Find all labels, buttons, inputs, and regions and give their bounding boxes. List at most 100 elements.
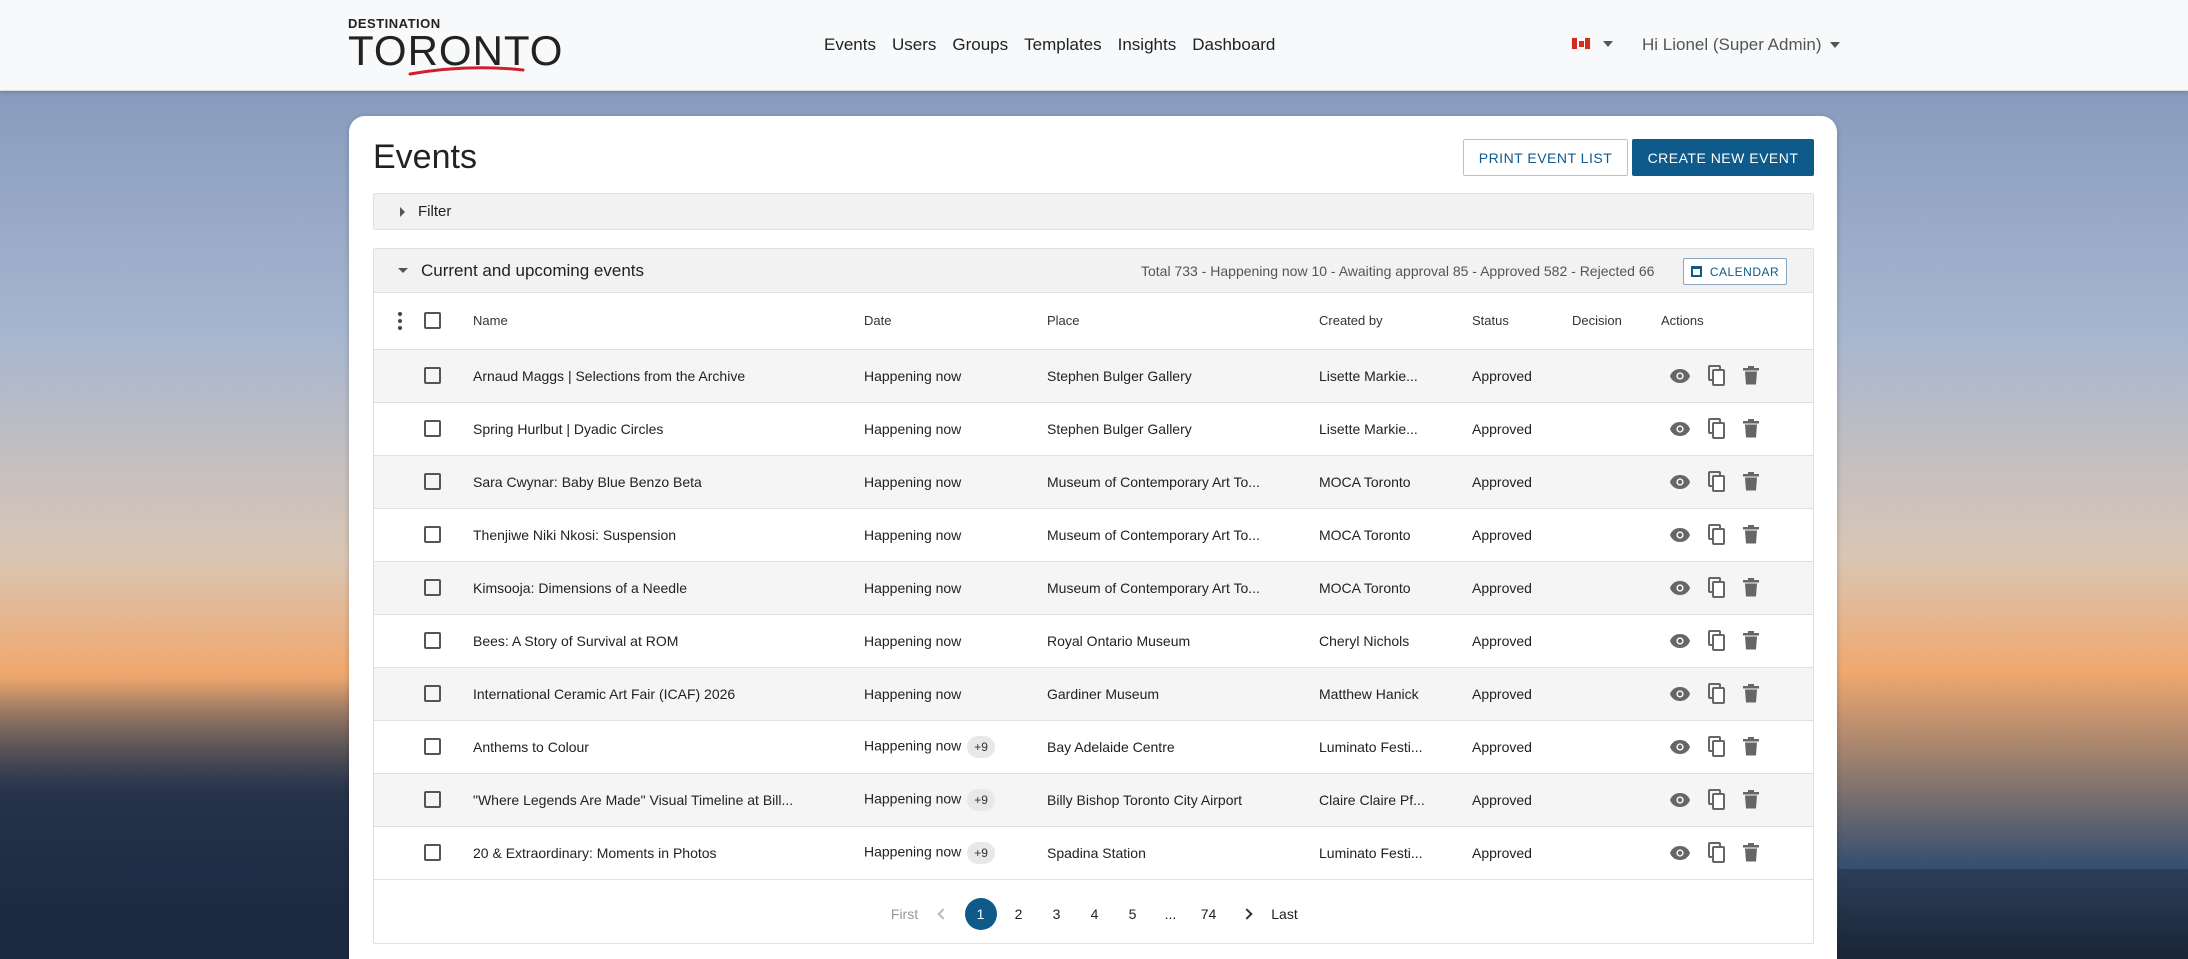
- event-name[interactable]: Thenjiwe Niki Nkosi: Suspension: [473, 508, 864, 562]
- table-row[interactable]: Spring Hurlbut | Dyadic Circles Happening…: [374, 402, 1813, 456]
- view-eye-icon[interactable]: [1669, 792, 1691, 808]
- pagination-next[interactable]: [1231, 898, 1263, 930]
- event-name[interactable]: 20 & Extraordinary: Moments in Photos: [473, 826, 864, 880]
- duplicate-copy-icon[interactable]: [1708, 629, 1726, 652]
- duplicate-copy-icon[interactable]: [1708, 788, 1726, 811]
- pagination-first[interactable]: First: [889, 898, 921, 930]
- date-extra-badge[interactable]: +9: [967, 841, 995, 864]
- calendar-button[interactable]: CALENDAR: [1683, 258, 1787, 285]
- nav-insights[interactable]: Insights: [1118, 35, 1177, 55]
- create-new-event-button[interactable]: CREATE NEW EVENT: [1632, 139, 1814, 176]
- delete-trash-icon[interactable]: [1743, 790, 1759, 809]
- event-status: Approved: [1472, 614, 1572, 668]
- nav-users[interactable]: Users: [892, 35, 936, 55]
- column-status[interactable]: Status: [1472, 293, 1572, 350]
- language-dropdown[interactable]: [1571, 37, 1613, 50]
- destination-toronto-logo[interactable]: DESTINATION TORONTO: [348, 16, 562, 76]
- duplicate-copy-icon[interactable]: [1708, 523, 1726, 546]
- nav-dashboard[interactable]: Dashboard: [1192, 35, 1275, 55]
- table-row[interactable]: Arnaud Maggs | Selections from the Archi…: [374, 349, 1813, 403]
- user-menu-label: Hi Lionel (Super Admin): [1642, 35, 1822, 54]
- pagination-page-5[interactable]: 5: [1117, 898, 1149, 930]
- event-name[interactable]: International Ceramic Art Fair (ICAF) 20…: [473, 667, 864, 721]
- pagination-page-74[interactable]: 74: [1193, 898, 1225, 930]
- duplicate-copy-icon[interactable]: [1708, 470, 1726, 493]
- delete-trash-icon[interactable]: [1743, 472, 1759, 491]
- pagination-page-1[interactable]: 1: [964, 898, 997, 930]
- delete-trash-icon[interactable]: [1743, 366, 1759, 385]
- row-checkbox[interactable]: [424, 473, 441, 491]
- row-checkbox[interactable]: [424, 367, 441, 385]
- duplicate-copy-icon[interactable]: [1708, 417, 1726, 440]
- pagination-page-4[interactable]: 4: [1079, 898, 1111, 930]
- column-options[interactable]: [374, 293, 424, 350]
- view-eye-icon[interactable]: [1669, 633, 1691, 649]
- event-name[interactable]: Arnaud Maggs | Selections from the Archi…: [473, 349, 864, 403]
- pagination-prev[interactable]: [927, 898, 959, 930]
- more-vert-icon[interactable]: [398, 311, 402, 330]
- duplicate-copy-icon[interactable]: [1708, 735, 1726, 758]
- duplicate-copy-icon[interactable]: [1708, 576, 1726, 599]
- delete-trash-icon[interactable]: [1743, 737, 1759, 756]
- duplicate-copy-icon[interactable]: [1708, 682, 1726, 705]
- view-eye-icon[interactable]: [1669, 474, 1691, 490]
- select-all-checkbox[interactable]: [424, 312, 441, 330]
- duplicate-copy-icon[interactable]: [1708, 841, 1726, 864]
- column-name[interactable]: Name: [473, 293, 864, 350]
- view-eye-icon[interactable]: [1669, 580, 1691, 596]
- date-extra-badge[interactable]: +9: [967, 788, 995, 811]
- view-eye-icon[interactable]: [1669, 527, 1691, 543]
- row-checkbox[interactable]: [424, 685, 441, 703]
- column-created-by[interactable]: Created by: [1319, 293, 1472, 350]
- pagination-page-3[interactable]: 3: [1041, 898, 1073, 930]
- row-checkbox[interactable]: [424, 579, 441, 597]
- table-row[interactable]: Kimsooja: Dimensions of a Needle Happenin…: [374, 561, 1813, 615]
- table-row[interactable]: Sara Cwynar: Baby Blue Benzo Beta Happeni…: [374, 455, 1813, 509]
- view-eye-icon[interactable]: [1669, 686, 1691, 702]
- date-extra-badge[interactable]: +9: [967, 735, 995, 758]
- user-menu-dropdown[interactable]: Hi Lionel (Super Admin): [1642, 35, 1840, 55]
- row-checkbox[interactable]: [424, 526, 441, 544]
- event-created-by: Luminato Festi...: [1319, 720, 1472, 774]
- column-date[interactable]: Date: [864, 293, 1047, 350]
- row-checkbox[interactable]: [424, 791, 441, 809]
- event-name[interactable]: Spring Hurlbut | Dyadic Circles: [473, 402, 864, 456]
- duplicate-copy-icon[interactable]: [1708, 364, 1726, 387]
- table-row[interactable]: Bees: A Story of Survival at ROM Happenin…: [374, 614, 1813, 668]
- view-eye-icon[interactable]: [1669, 421, 1691, 437]
- column-decision[interactable]: Decision: [1572, 293, 1661, 350]
- table-row[interactable]: Anthems to Colour Happening now +9 Bay Adel…: [374, 720, 1813, 774]
- view-eye-icon[interactable]: [1669, 845, 1691, 861]
- pagination-page-2[interactable]: 2: [1003, 898, 1035, 930]
- view-eye-icon[interactable]: [1669, 739, 1691, 755]
- table-row[interactable]: International Ceramic Art Fair (ICAF) 20…: [374, 667, 1813, 721]
- table-row[interactable]: "Where Legends Are Made" Visual Timeline…: [374, 773, 1813, 827]
- delete-trash-icon[interactable]: [1743, 578, 1759, 597]
- event-name[interactable]: Anthems to Colour: [473, 720, 864, 774]
- print-event-list-button[interactable]: PRINT EVENT LIST: [1463, 139, 1628, 176]
- view-eye-icon[interactable]: [1669, 368, 1691, 384]
- row-checkbox[interactable]: [424, 738, 441, 756]
- event-name[interactable]: Kimsooja: Dimensions of a Needle: [473, 561, 864, 615]
- delete-trash-icon[interactable]: [1743, 525, 1759, 544]
- event-name[interactable]: Bees: A Story of Survival at ROM: [473, 614, 864, 668]
- row-checkbox[interactable]: [424, 420, 441, 438]
- filter-toggle[interactable]: Filter: [373, 193, 1814, 230]
- pagination-last[interactable]: Last: [1269, 898, 1301, 930]
- event-name[interactable]: "Where Legends Are Made" Visual Timeline…: [473, 773, 864, 827]
- delete-trash-icon[interactable]: [1743, 684, 1759, 703]
- nav-events[interactable]: Events: [824, 35, 876, 55]
- events-table: Name Date Place Created by Status Decisi…: [374, 293, 1813, 880]
- table-row[interactable]: Thenjiwe Niki Nkosi: Suspension Happening…: [374, 508, 1813, 562]
- column-place[interactable]: Place: [1047, 293, 1319, 350]
- row-checkbox[interactable]: [424, 844, 441, 862]
- nav-groups[interactable]: Groups: [952, 35, 1008, 55]
- event-name[interactable]: Sara Cwynar: Baby Blue Benzo Beta: [473, 455, 864, 509]
- delete-trash-icon[interactable]: [1743, 843, 1759, 862]
- nav-templates[interactable]: Templates: [1024, 35, 1101, 55]
- events-panel-header[interactable]: Current and upcoming events Total 733 - …: [374, 249, 1813, 293]
- delete-trash-icon[interactable]: [1743, 631, 1759, 650]
- delete-trash-icon[interactable]: [1743, 419, 1759, 438]
- table-row[interactable]: 20 & Extraordinary: Moments in Photos Hap…: [374, 826, 1813, 880]
- row-checkbox[interactable]: [424, 632, 441, 650]
